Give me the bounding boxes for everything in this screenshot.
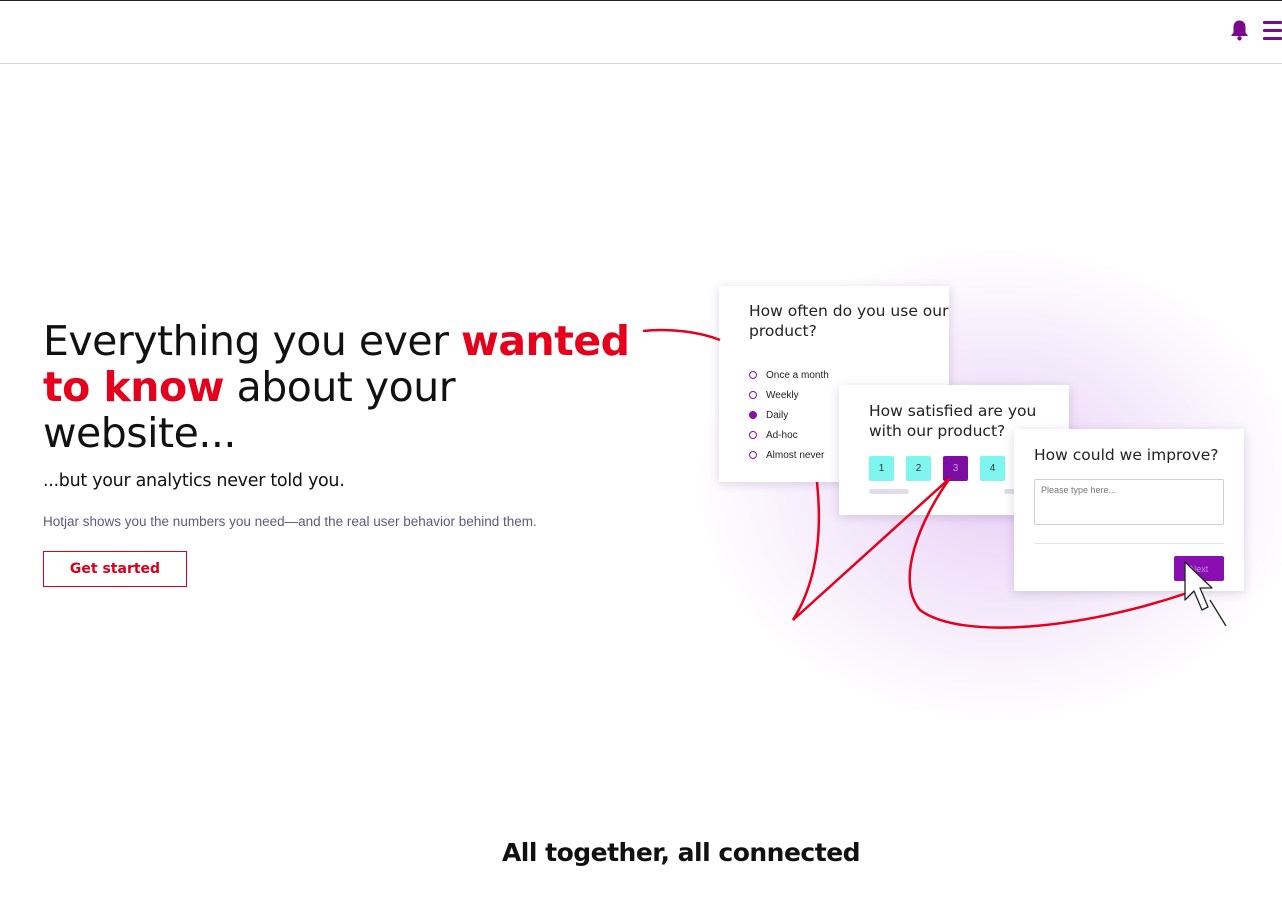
- radio-icon: [749, 391, 757, 399]
- scale-label-placeholder: [869, 489, 909, 494]
- divider: [1034, 543, 1224, 544]
- survey-card-feedback: How could we improve? Please type here..…: [1014, 429, 1244, 591]
- rating-option[interactable]: 1: [869, 456, 894, 481]
- radio-icon: [749, 431, 757, 439]
- option-label: Ad-hoc: [766, 429, 798, 441]
- next-button[interactable]: Next: [1174, 556, 1224, 581]
- option-label: Once a month: [766, 369, 829, 381]
- option-label: Daily: [766, 409, 789, 421]
- hamburger-menu-icon[interactable]: [1263, 21, 1282, 41]
- hero-heading-part1: Everything you ever: [43, 317, 461, 365]
- hero-subtitle: ...but your analytics never told you.: [43, 471, 345, 491]
- survey-question: How often do you use our product?: [749, 302, 949, 340]
- radio-icon: [749, 371, 757, 379]
- survey-option[interactable]: Once a month: [749, 365, 949, 385]
- section-heading: All together, all connected: [501, 838, 861, 867]
- rating-option[interactable]: 4: [980, 456, 1005, 481]
- top-navigation-bar: [0, 0, 1282, 64]
- radio-checked-icon: [749, 411, 757, 419]
- radio-icon: [749, 451, 757, 459]
- feedback-textarea[interactable]: Please type here...: [1034, 479, 1224, 525]
- option-label: Almost never: [766, 449, 825, 461]
- option-label: Weekly: [766, 389, 799, 401]
- get-started-button[interactable]: Get started: [43, 551, 187, 587]
- hero-heading: Everything you ever wanted to know about…: [43, 318, 643, 456]
- survey-question: How could we improve?: [1034, 446, 1219, 464]
- hero-description: Hotjar shows you the numbers you need—an…: [43, 514, 537, 529]
- rating-option-selected[interactable]: 3: [943, 456, 968, 481]
- connector-line: [642, 328, 721, 342]
- rating-option[interactable]: 2: [906, 456, 931, 481]
- bell-icon[interactable]: [1229, 19, 1250, 41]
